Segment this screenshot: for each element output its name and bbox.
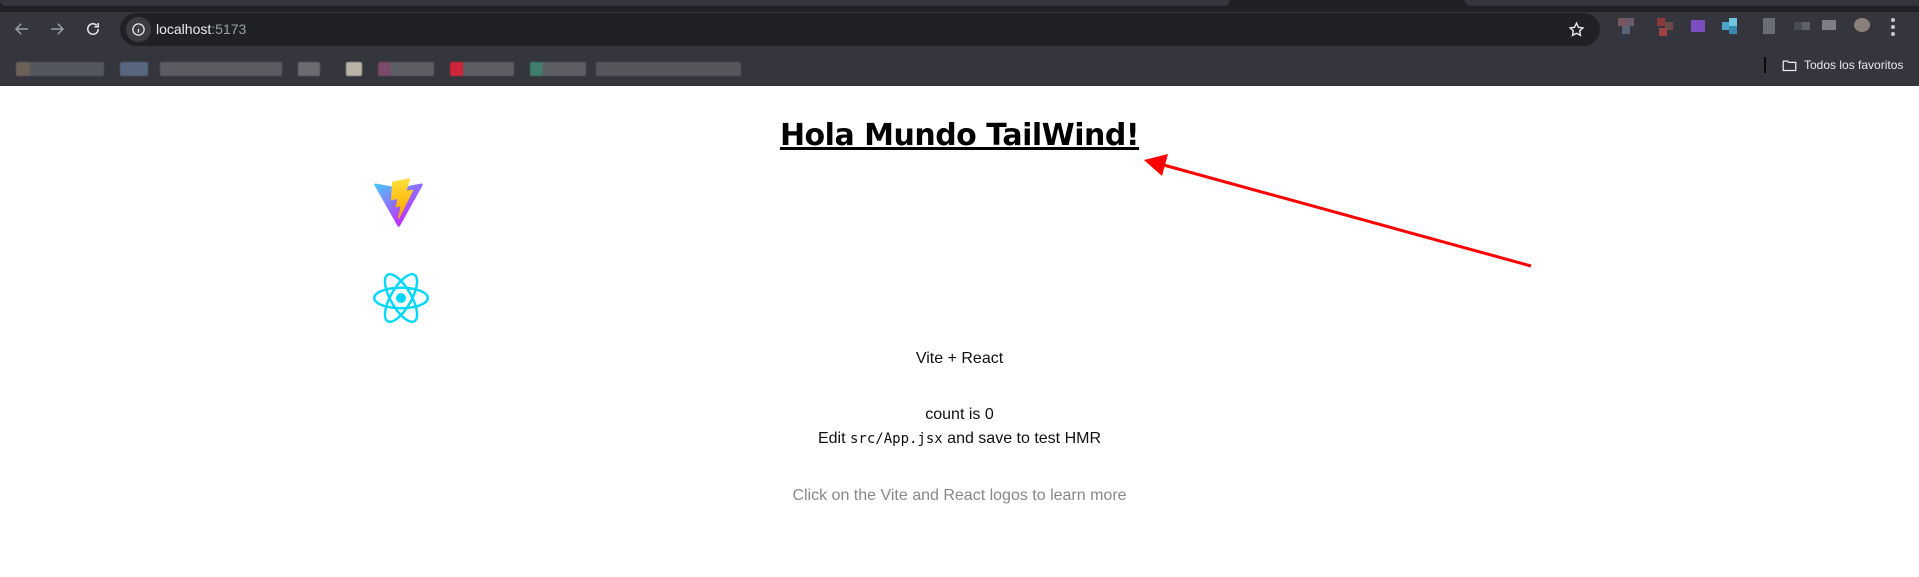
- read-the-docs-hint: Click on the Vite and React logos to lea…: [792, 487, 1127, 504]
- all-bookmarks-folder[interactable]: Todos los favoritos: [1782, 58, 1903, 72]
- bookmark-item[interactable]: [16, 62, 104, 76]
- bookmark-item[interactable]: [450, 62, 514, 76]
- extension-icon[interactable]: [1852, 16, 1874, 38]
- edit-prefix: Edit: [817, 430, 850, 447]
- browser-menu-button[interactable]: [1890, 18, 1896, 38]
- count-button[interactable]: count is 0: [925, 406, 993, 423]
- browser-chrome: localhost:5173: [0, 0, 1919, 86]
- arrow-left-icon: [14, 23, 28, 35]
- edit-file-path: src/App.jsx: [850, 431, 943, 447]
- arrow-right-icon: [51, 23, 65, 35]
- url-text[interactable]: localhost:5173: [156, 21, 246, 37]
- bookmark-item[interactable]: [530, 62, 586, 76]
- extension-icon[interactable]: [1760, 16, 1782, 38]
- vite-logo-icon[interactable]: [373, 178, 424, 228]
- extension-icon[interactable]: [1820, 16, 1842, 38]
- edit-suffix: and save to test HMR: [942, 430, 1102, 447]
- url-host: localhost: [156, 21, 212, 37]
- count-row: count is 0: [0, 406, 1919, 424]
- bookmark-item[interactable]: [298, 62, 320, 76]
- info-icon: [132, 23, 145, 36]
- page-title: Hola Mundo TailWind!: [779, 118, 1140, 153]
- bookmarks-separator: [1764, 57, 1766, 73]
- bookmark-star-button[interactable]: [1566, 19, 1586, 39]
- app-subtitle: Vite + React: [915, 350, 1004, 367]
- annotation-arrow: [1144, 154, 1532, 268]
- reload-button[interactable]: [79, 15, 107, 43]
- address-bar[interactable]: localhost:5173: [120, 13, 1600, 46]
- url-port: :5173: [211, 21, 247, 37]
- extension-icon[interactable]: [1655, 16, 1677, 38]
- back-button[interactable]: [8, 15, 36, 43]
- bookmark-item[interactable]: [346, 62, 362, 76]
- extension-icon[interactable]: [1790, 16, 1812, 38]
- react-logo-icon[interactable]: [373, 272, 429, 324]
- bookmark-item[interactable]: [160, 62, 282, 76]
- edit-instructions: Edit src/App.jsx and save to test HMR: [0, 430, 1919, 448]
- tab-strip: [0, 0, 1919, 12]
- forward-button[interactable]: [43, 15, 71, 43]
- extension-icon[interactable]: [1688, 16, 1710, 38]
- site-info-button[interactable]: [126, 17, 151, 42]
- active-tab[interactable]: [0, 0, 1230, 6]
- folder-icon: [1782, 60, 1797, 71]
- bookmark-item[interactable]: [596, 62, 741, 76]
- other-tab[interactable]: [1465, 0, 1919, 6]
- bookmark-item[interactable]: [378, 62, 434, 76]
- star-icon: [1568, 20, 1584, 37]
- extension-icon[interactable]: [1618, 16, 1640, 38]
- extension-icon[interactable]: [1720, 16, 1742, 38]
- bookmark-item[interactable]: [120, 62, 148, 76]
- bookmarks-folder-label: Todos los favoritos: [1804, 58, 1904, 72]
- reload-icon: [87, 23, 99, 35]
- bookmarks-bar: [0, 54, 1919, 86]
